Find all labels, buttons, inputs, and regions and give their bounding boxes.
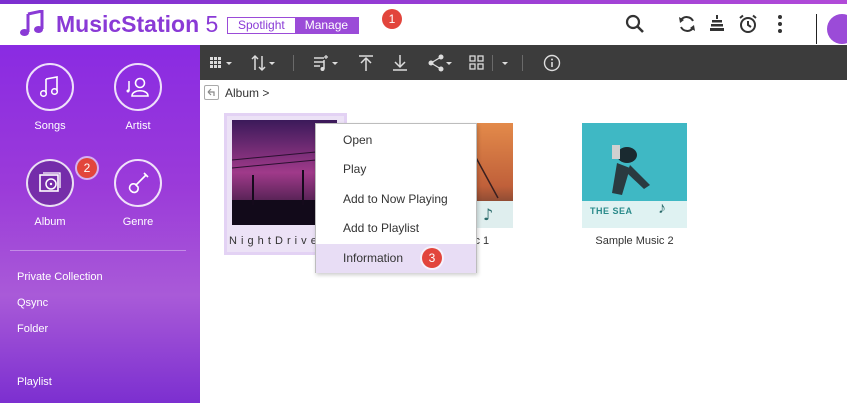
album-circle <box>26 159 74 207</box>
sidebar-tile-artist[interactable]: Artist <box>98 63 178 132</box>
artist-icon <box>126 77 149 97</box>
sidebar-tile-genre[interactable]: Genre <box>98 159 178 228</box>
sidebar-item-folder[interactable]: Folder <box>17 323 48 335</box>
stack-icon[interactable] <box>707 14 727 34</box>
album-card-sample-music-2[interactable]: THE SEA ♪ Sample Music 2 <box>582 123 694 247</box>
sidebar-divider <box>10 250 186 251</box>
sidebar-tile-label: Genre <box>122 216 154 228</box>
select-icon[interactable] <box>468 54 486 72</box>
cover-caption: THE SEA <box>590 206 633 216</box>
top-bar: MusicStation 5 Spotlight Manage 1 <box>0 0 847 45</box>
more-vertical-icon[interactable] <box>770 14 790 34</box>
sort-icon[interactable] <box>250 54 278 72</box>
step-callout-1: 1 <box>382 9 402 29</box>
svg-text:♪: ♪ <box>483 205 493 224</box>
search-icon[interactable] <box>625 14 645 34</box>
alarm-clock-icon[interactable] <box>738 14 758 34</box>
mode-switch: Spotlight Manage <box>227 17 360 34</box>
manage-tab[interactable]: Manage <box>294 18 359 33</box>
guitar-icon <box>128 172 149 194</box>
breadcrumb-album[interactable]: Album > <box>225 86 269 100</box>
sidebar-tile-label: Songs <box>34 120 66 132</box>
album-name: Sample Music 2 <box>595 235 674 247</box>
menu-item-information[interactable]: Information <box>316 244 476 273</box>
toolbar-separator <box>293 55 294 71</box>
add-to-playlist-icon[interactable] <box>312 54 340 72</box>
grid-view-icon[interactable] <box>209 54 235 72</box>
toolbar-separator <box>492 55 493 71</box>
avatar[interactable] <box>827 14 847 44</box>
album-name: ic 1 <box>472 235 490 247</box>
sidebar-item-playlist[interactable]: Playlist <box>17 376 52 388</box>
songs-circle <box>26 63 74 111</box>
back-arrow-icon[interactable] <box>204 85 219 100</box>
step-callout-3: 3 <box>422 248 442 268</box>
share-icon[interactable] <box>427 54 455 72</box>
music-note-icon <box>39 76 59 98</box>
sidebar-item-private-collection[interactable]: Private Collection <box>17 271 103 283</box>
app-title: MusicStation 5 <box>56 11 219 37</box>
sidebar-tile-label: Album <box>34 216 66 228</box>
genre-circle <box>114 159 162 207</box>
menu-item-add-to-playlist[interactable]: Add to Playlist <box>316 214 476 243</box>
top-accent-bar <box>0 0 847 4</box>
refresh-icon[interactable] <box>677 14 697 34</box>
toolbar-separator <box>522 55 523 71</box>
music-note-icon <box>20 10 44 36</box>
music-note-icon: ♪ <box>658 200 666 217</box>
menu-item-add-to-now-playing[interactable]: Add to Now Playing <box>316 185 476 214</box>
header-divider <box>816 14 817 44</box>
context-menu: Open Play Add to Now Playing Add to Play… <box>315 123 477 273</box>
spotlight-tab[interactable]: Spotlight <box>228 18 295 33</box>
menu-item-open[interactable]: Open <box>316 126 476 155</box>
album-cover: THE SEA ♪ <box>582 123 687 228</box>
download-icon[interactable] <box>391 54 409 72</box>
album-icon <box>39 172 61 192</box>
artist-circle <box>114 63 162 111</box>
info-icon[interactable] <box>543 54 561 72</box>
sidebar-tile-songs[interactable]: Songs <box>10 63 90 132</box>
toolbar <box>200 45 847 80</box>
sidebar-tile-label: Artist <box>125 120 151 132</box>
move-to-top-icon[interactable] <box>357 54 375 72</box>
menu-item-play[interactable]: Play <box>316 155 476 184</box>
sidebar-item-qsync[interactable]: Qsync <box>17 297 48 309</box>
sidebar: Songs Artist Album 2 Genre Private Colle… <box>0 45 200 403</box>
more-dropdown-icon[interactable] <box>499 54 511 72</box>
step-callout-2: 2 <box>77 158 97 178</box>
